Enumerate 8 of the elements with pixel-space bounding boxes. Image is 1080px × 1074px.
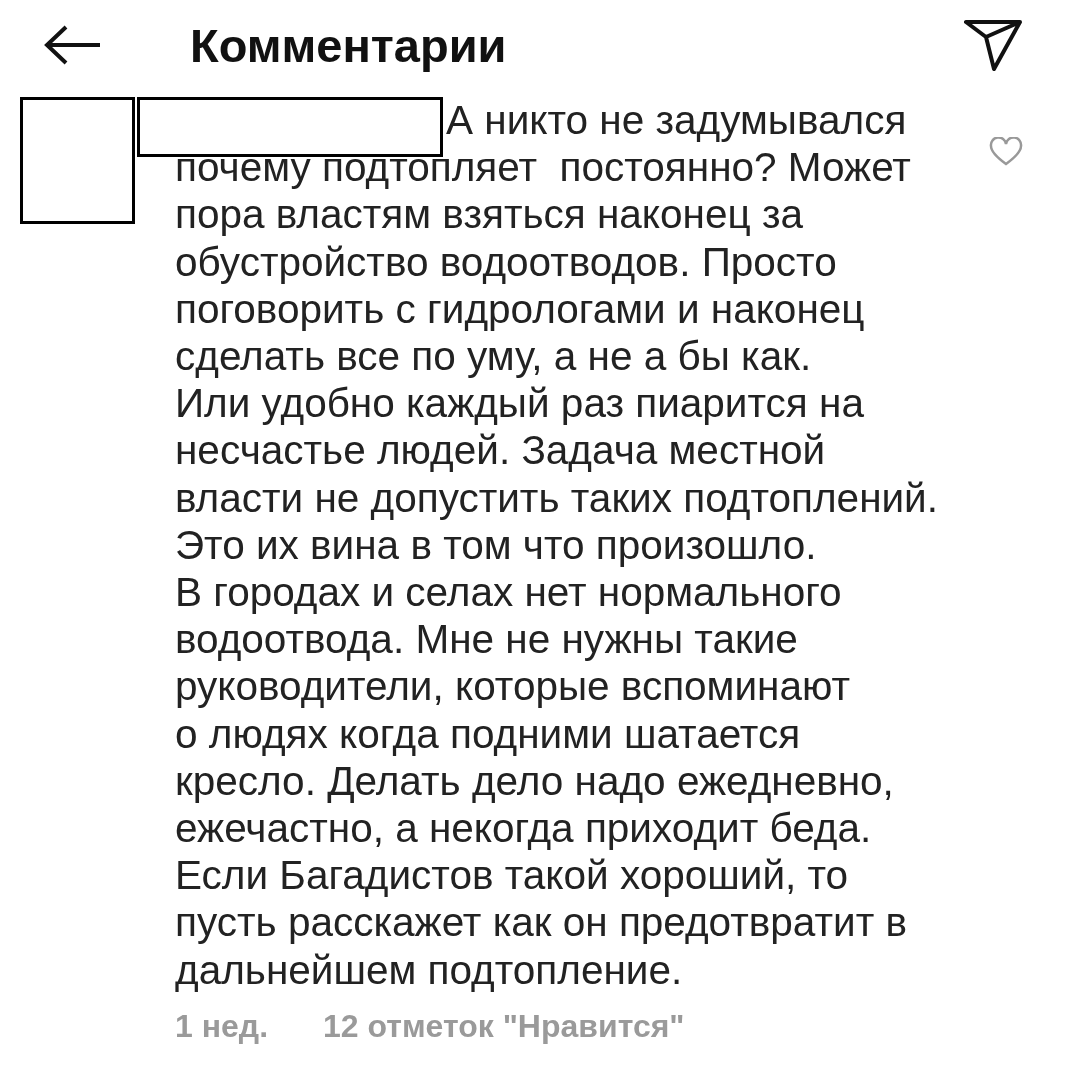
back-icon[interactable] [44, 25, 102, 65]
comment-text: почему подтопляет постоянно? Может пора властям взяться наконец за обустройство водоотводов. Просто поговорить с гидрологами и наконец сделать все по уму, а не а бы как. Или удобно каждый раз пиарится на несчастье людей. Задача местной власти не допустить таких подтоплений. Это их вина в том что произошло. В городах и селах нет нормального водоотвода. Мне не нужны такие руководители, которые вспоминают о людях когда подними шатается кресло. Делать дело надо ежедневно, ежечастно, а некогда приходит беда. Если Багадистов такой хороший, то пусть расскажет как он предотвратит в дальнейшем подтопление. [175, 144, 939, 994]
comment-time: 1 нед. [175, 1007, 268, 1045]
send-icon[interactable] [964, 19, 1022, 71]
heart-icon[interactable] [989, 137, 1023, 167]
likes-count[interactable]: 12 отметок "Нравится" [323, 1007, 685, 1045]
comment-text: А никто не задумывался [446, 97, 908, 145]
page-title: Комментарии [190, 17, 508, 73]
